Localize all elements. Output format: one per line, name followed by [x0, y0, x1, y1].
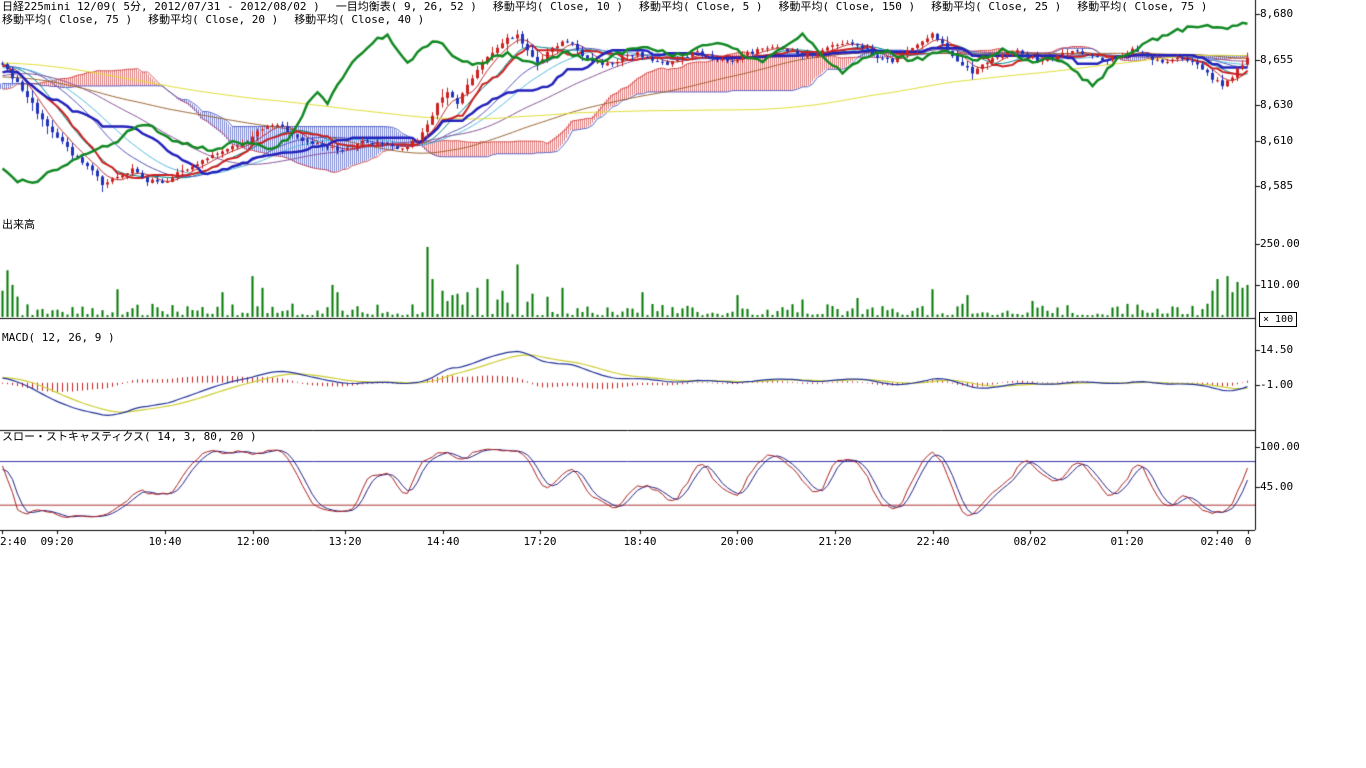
time-axis-label: 0 [1245, 536, 1252, 548]
time-axis-label: 12:00 [236, 536, 269, 548]
time-axis-label: 2:40 [0, 536, 27, 548]
stoch-panel-label: スロー・ストキャスティクス( 14, 3, 80, 20 ) [2, 431, 257, 443]
legend-item: 一目均衡表( 9, 26, 52 ) [336, 1, 477, 13]
price-ytick: 8,655 [1260, 54, 1293, 66]
time-axis-label: 08/02 [1013, 536, 1046, 548]
macd-ytick: 14.50 [1260, 344, 1293, 356]
time-axis-label: 14:40 [426, 536, 459, 548]
legend-item: 移動平均( Close, 25 ) [931, 1, 1061, 13]
chart-window: 日経225mini 12/09( 5分, 2012/07/31 - 2012/0… [0, 0, 1366, 768]
price-ytick: 8,680 [1260, 8, 1293, 20]
legend-item: 移動平均( Close, 75 ) [1077, 1, 1207, 13]
chart-legend-row1: 日経225mini 12/09( 5分, 2012/07/31 - 2012/0… [2, 1, 1207, 13]
price-chart-canvas[interactable] [0, 0, 1366, 768]
legend-item: 移動平均( Close, 10 ) [493, 1, 623, 13]
stoch-ytick: 100.00 [1260, 441, 1300, 453]
legend-item: 移動平均( Close, 150 ) [778, 1, 915, 13]
time-axis-label: 01:20 [1110, 536, 1143, 548]
price-ytick: 8,630 [1260, 99, 1293, 111]
time-axis-label: 20:00 [720, 536, 753, 548]
price-ytick: 8,585 [1260, 180, 1293, 192]
volume-ytick: 110.00 [1260, 279, 1300, 291]
chart-legend-row2: 移動平均( Close, 75 ) 移動平均( Close, 20 ) 移動平均( … [2, 14, 424, 26]
legend-item: 移動平均( Close, 5 ) [639, 1, 762, 13]
volume-multiplier-badge: × 100 [1259, 312, 1297, 327]
time-axis-label: 09:20 [40, 536, 73, 548]
legend-item: 移動平均( Close, 75 ) [2, 14, 132, 26]
price-ytick: 8,610 [1260, 135, 1293, 147]
time-axis-label: 10:40 [148, 536, 181, 548]
time-axis-label: 22:40 [916, 536, 949, 548]
time-axis-label: 02:40 [1200, 536, 1233, 548]
macd-panel-label: MACD( 12, 26, 9 ) [2, 332, 115, 344]
legend-item: 日経225mini 12/09( 5分, 2012/07/31 - 2012/0… [2, 1, 320, 13]
legend-item: 移動平均( Close, 20 ) [148, 14, 278, 26]
legend-item: 移動平均( Close, 40 ) [294, 14, 424, 26]
time-axis-label: 18:40 [623, 536, 656, 548]
volume-ytick: 250.00 [1260, 238, 1300, 250]
time-axis-label: 17:20 [523, 536, 556, 548]
time-axis-label: 21:20 [818, 536, 851, 548]
time-axis-label: 13:20 [328, 536, 361, 548]
volume-panel-label: 出来高 [2, 219, 35, 231]
stoch-ytick: 45.00 [1260, 481, 1293, 493]
macd-ytick: -1.00 [1260, 379, 1293, 391]
